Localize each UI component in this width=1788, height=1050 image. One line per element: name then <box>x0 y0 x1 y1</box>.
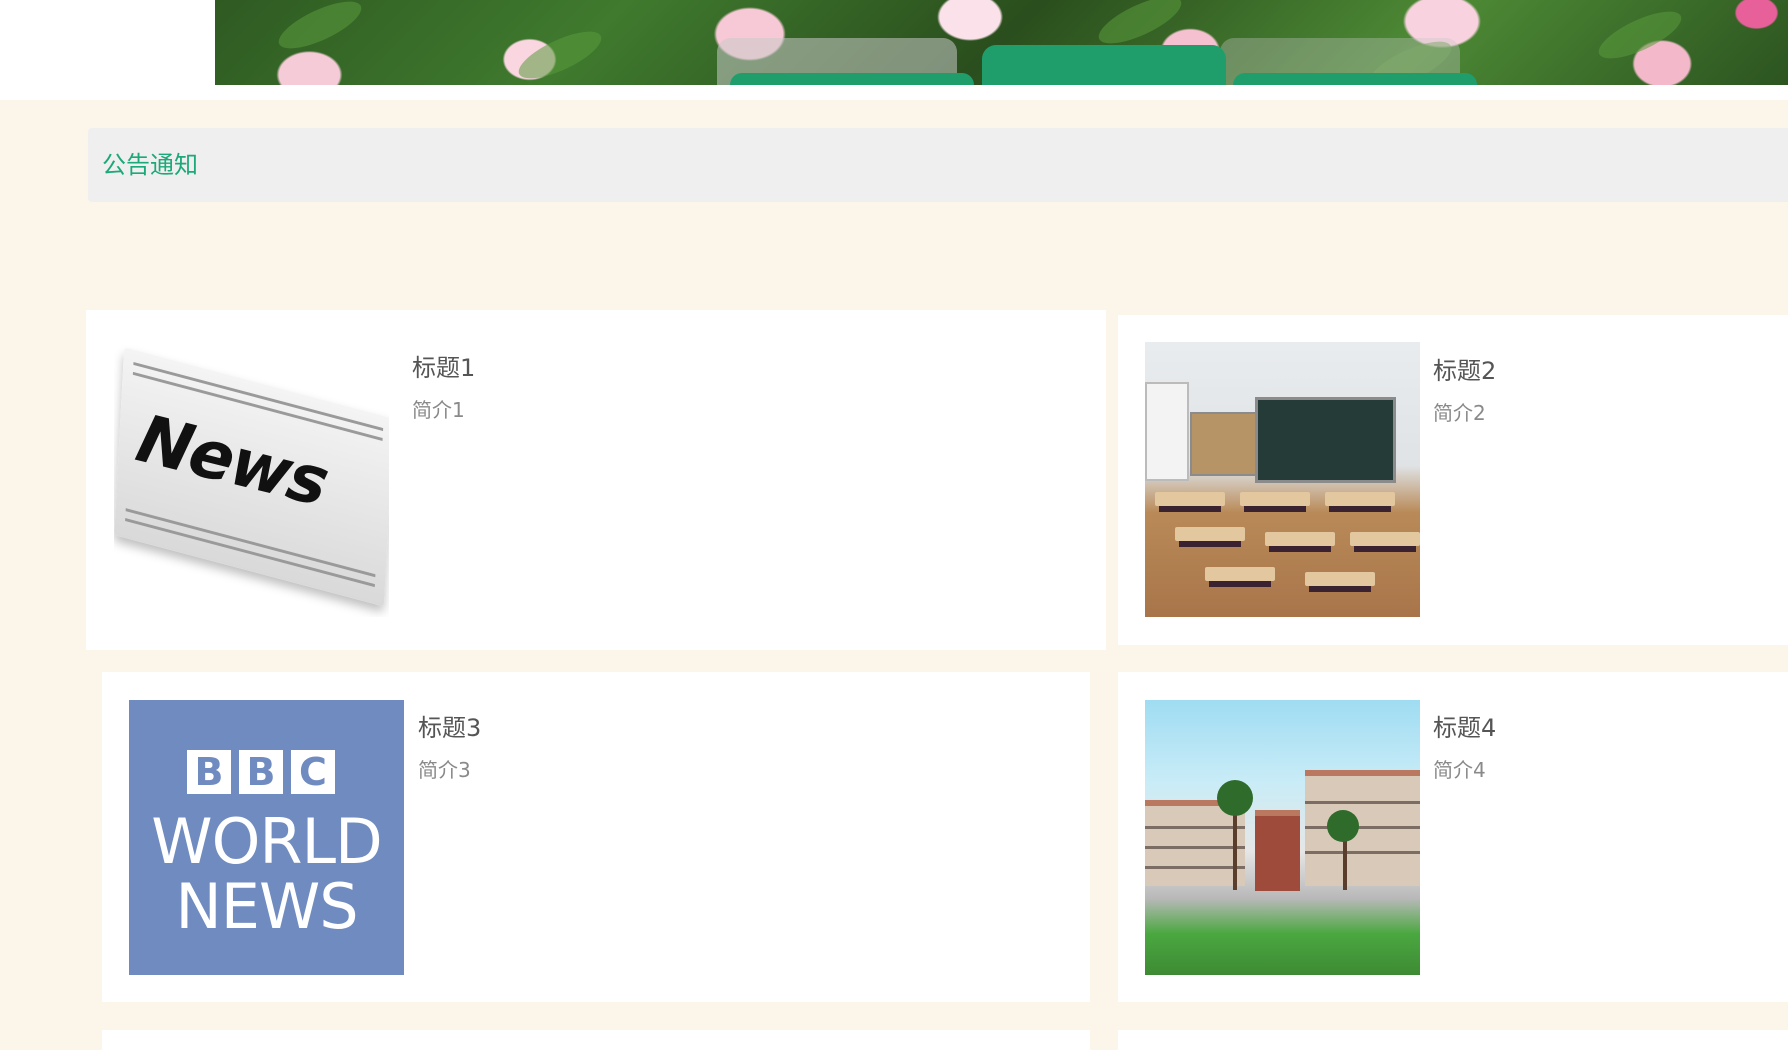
news-title[interactable]: 标题3 <box>418 708 481 743</box>
building-window-row <box>1145 846 1245 849</box>
projector-screen <box>1145 382 1189 481</box>
news-card[interactable]: 标题4 简介4 <box>1118 672 1788 1002</box>
news-title[interactable]: 标题4 <box>1433 708 1496 743</box>
banner-leaf <box>272 0 368 58</box>
nav-tab-2-active[interactable] <box>982 45 1226 85</box>
bbc-letter: B <box>239 750 283 794</box>
classroom-desk <box>1155 492 1225 506</box>
newspaper-line <box>125 517 375 588</box>
nav-tab-1[interactable] <box>730 73 974 85</box>
campus-tree <box>1327 810 1359 842</box>
news-thumbnail[interactable]: B B C WORLD NEWS <box>129 700 404 975</box>
header-banner-image <box>215 0 1788 85</box>
notice-title[interactable]: 公告通知 <box>102 128 198 202</box>
news-thumbnail[interactable] <box>1145 700 1420 975</box>
bbc-logo: B B C <box>187 750 335 794</box>
classroom-desk <box>1325 492 1395 506</box>
chalkboard <box>1255 397 1396 483</box>
news-title[interactable]: 标题1 <box>412 348 475 383</box>
page: 公告通知 News 标题1 简介1 标题2 简介2 B B C WORLD NE… <box>0 0 1788 1050</box>
classroom-desk <box>1350 532 1420 546</box>
classroom-desk <box>1240 492 1310 506</box>
banner-leaf <box>512 22 608 85</box>
news-thumbnail[interactable] <box>1145 342 1420 617</box>
bbc-news-text: NEWS <box>175 870 358 943</box>
news-card[interactable] <box>102 1030 1090 1050</box>
building-window-row <box>1305 826 1420 829</box>
classroom-desk <box>1305 572 1375 586</box>
news-card[interactable] <box>1118 1030 1788 1050</box>
campus-tree <box>1217 780 1253 816</box>
bbc-letter: C <box>291 750 335 794</box>
news-card[interactable]: B B C WORLD NEWS 标题3 简介3 <box>102 672 1090 1002</box>
campus-building <box>1305 770 1420 886</box>
campus-tower <box>1255 810 1300 891</box>
nav-tab-3[interactable] <box>1233 73 1477 85</box>
cork-board <box>1190 412 1259 476</box>
building-window-row <box>1145 826 1245 829</box>
building-window-row <box>1145 866 1245 869</box>
banner-leaf <box>1592 2 1688 68</box>
news-intro: 简介3 <box>418 758 471 782</box>
bbc-world-text: WORLD <box>151 805 382 878</box>
news-card[interactable]: News 标题1 简介1 <box>86 310 1106 650</box>
news-title[interactable]: 标题2 <box>1433 351 1496 386</box>
news-card[interactable]: 标题2 简介2 <box>1118 315 1788 645</box>
newspaper-line <box>125 508 376 578</box>
bbc-letter: B <box>187 750 231 794</box>
news-intro: 简介4 <box>1433 758 1486 782</box>
news-intro: 简介1 <box>412 398 465 422</box>
building-window-row <box>1305 801 1420 804</box>
classroom-desk <box>1205 567 1275 581</box>
news-intro: 简介2 <box>1433 401 1486 425</box>
building-window-row <box>1305 851 1420 854</box>
classroom-desk <box>1265 532 1335 546</box>
news-thumbnail[interactable]: News <box>114 342 389 617</box>
classroom-desk <box>1175 527 1245 541</box>
notice-header-bar: 公告通知 <box>88 128 1788 202</box>
